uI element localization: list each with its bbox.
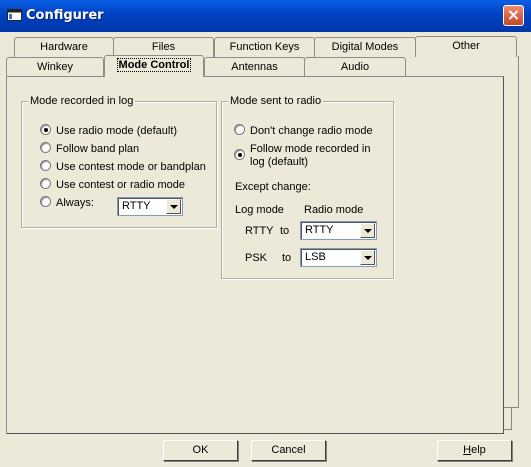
mode-radio-title: Mode sent to radio [228, 95, 324, 107]
configurer-window: Configurer × Hardware Files Function Key… [0, 0, 531, 467]
radio-button[interactable] [40, 196, 51, 207]
title-bar[interactable]: Configurer × [0, 0, 531, 32]
always-mode-value: RTTY [122, 200, 151, 212]
help-button[interactable]: Help [437, 440, 512, 461]
window-title: Configurer [26, 8, 104, 23]
help-label: elp [471, 444, 486, 456]
ok-button[interactable]: OK [163, 440, 238, 461]
mode-log-title: Mode recorded in log [28, 95, 136, 107]
tab-hardware[interactable]: Hardware [14, 37, 114, 57]
option-label: Use contest or radio mode [56, 179, 186, 191]
option-label: Use radio mode (default) [56, 125, 178, 137]
chevron-down-icon[interactable] [360, 250, 375, 265]
option-label: Always: [56, 197, 94, 209]
help-accelerator: H [463, 444, 472, 456]
tab-audio[interactable]: Audio [304, 57, 406, 77]
radio-dont-change[interactable]: Don't change radio mode [234, 124, 373, 137]
radio-follow-band-plan[interactable]: Follow band plan [40, 142, 139, 155]
radio-button[interactable] [40, 160, 51, 171]
radio-always[interactable]: Always: [40, 196, 94, 209]
rtty-radio-mode-select[interactable]: RTTY [300, 221, 377, 240]
psk-radio-mode-select[interactable]: LSB [300, 248, 377, 267]
except-change-label: Except change: [235, 181, 311, 193]
tab-function-keys[interactable]: Function Keys [214, 37, 315, 57]
radio-contest-or-bandplan[interactable]: Use contest mode or bandplan [40, 160, 206, 173]
psk-radio-mode-value: LSB [305, 251, 326, 263]
option-label: log (default) [250, 156, 309, 168]
close-icon: × [506, 5, 521, 24]
tab-antennas[interactable]: Antennas [204, 57, 305, 77]
option-label: Don't change radio mode [250, 125, 373, 137]
option-label: Use contest mode or bandplan [56, 161, 206, 173]
tab-digital-modes[interactable]: Digital Modes [314, 37, 416, 57]
rule-from-rtty: RTTY [245, 225, 274, 237]
option-label: Follow band plan [56, 143, 140, 155]
log-mode-header: Log mode [235, 204, 284, 216]
radio-contest-or-radio[interactable]: Use contest or radio mode [40, 178, 185, 191]
radio-button[interactable] [234, 149, 245, 160]
rule-from-psk: PSK [245, 252, 268, 264]
tab-winkey[interactable]: Winkey [6, 57, 104, 77]
mode-log-group: Mode recorded in log Use radio mode (def… [21, 95, 217, 228]
mode-control-panel: Mode recorded in log Use radio mode (def… [6, 76, 504, 434]
option-label: Follow mode recorded in [250, 143, 371, 155]
cancel-button[interactable]: Cancel [251, 440, 326, 461]
tab-files[interactable]: Files [113, 37, 214, 57]
chevron-down-icon[interactable] [360, 223, 375, 238]
always-mode-select[interactable]: RTTY [117, 197, 183, 216]
close-button[interactable]: × [503, 5, 524, 26]
radio-follow-log[interactable]: Follow mode recorded in log (default) [234, 143, 370, 169]
radio-button[interactable] [40, 178, 51, 189]
radio-button[interactable] [234, 124, 245, 135]
mode-radio-group: Mode sent to radio Don't change radio mo… [221, 95, 394, 279]
rule-to-label: to [280, 225, 290, 237]
radio-button[interactable] [40, 142, 51, 153]
radio-use-radio-mode[interactable]: Use radio mode (default) [40, 124, 177, 137]
tab-mode-control[interactable]: Mode Control [104, 55, 204, 77]
rule-to-label: to [282, 252, 292, 264]
app-icon [7, 9, 22, 21]
rtty-radio-mode-value: RTTY [305, 224, 334, 236]
chevron-down-icon[interactable] [166, 199, 181, 214]
tab-other[interactable]: Other [415, 36, 517, 57]
tab-mode-control-label: Mode Control [116, 58, 192, 72]
radio-mode-header: Radio mode [304, 204, 364, 216]
radio-button[interactable] [40, 124, 51, 135]
